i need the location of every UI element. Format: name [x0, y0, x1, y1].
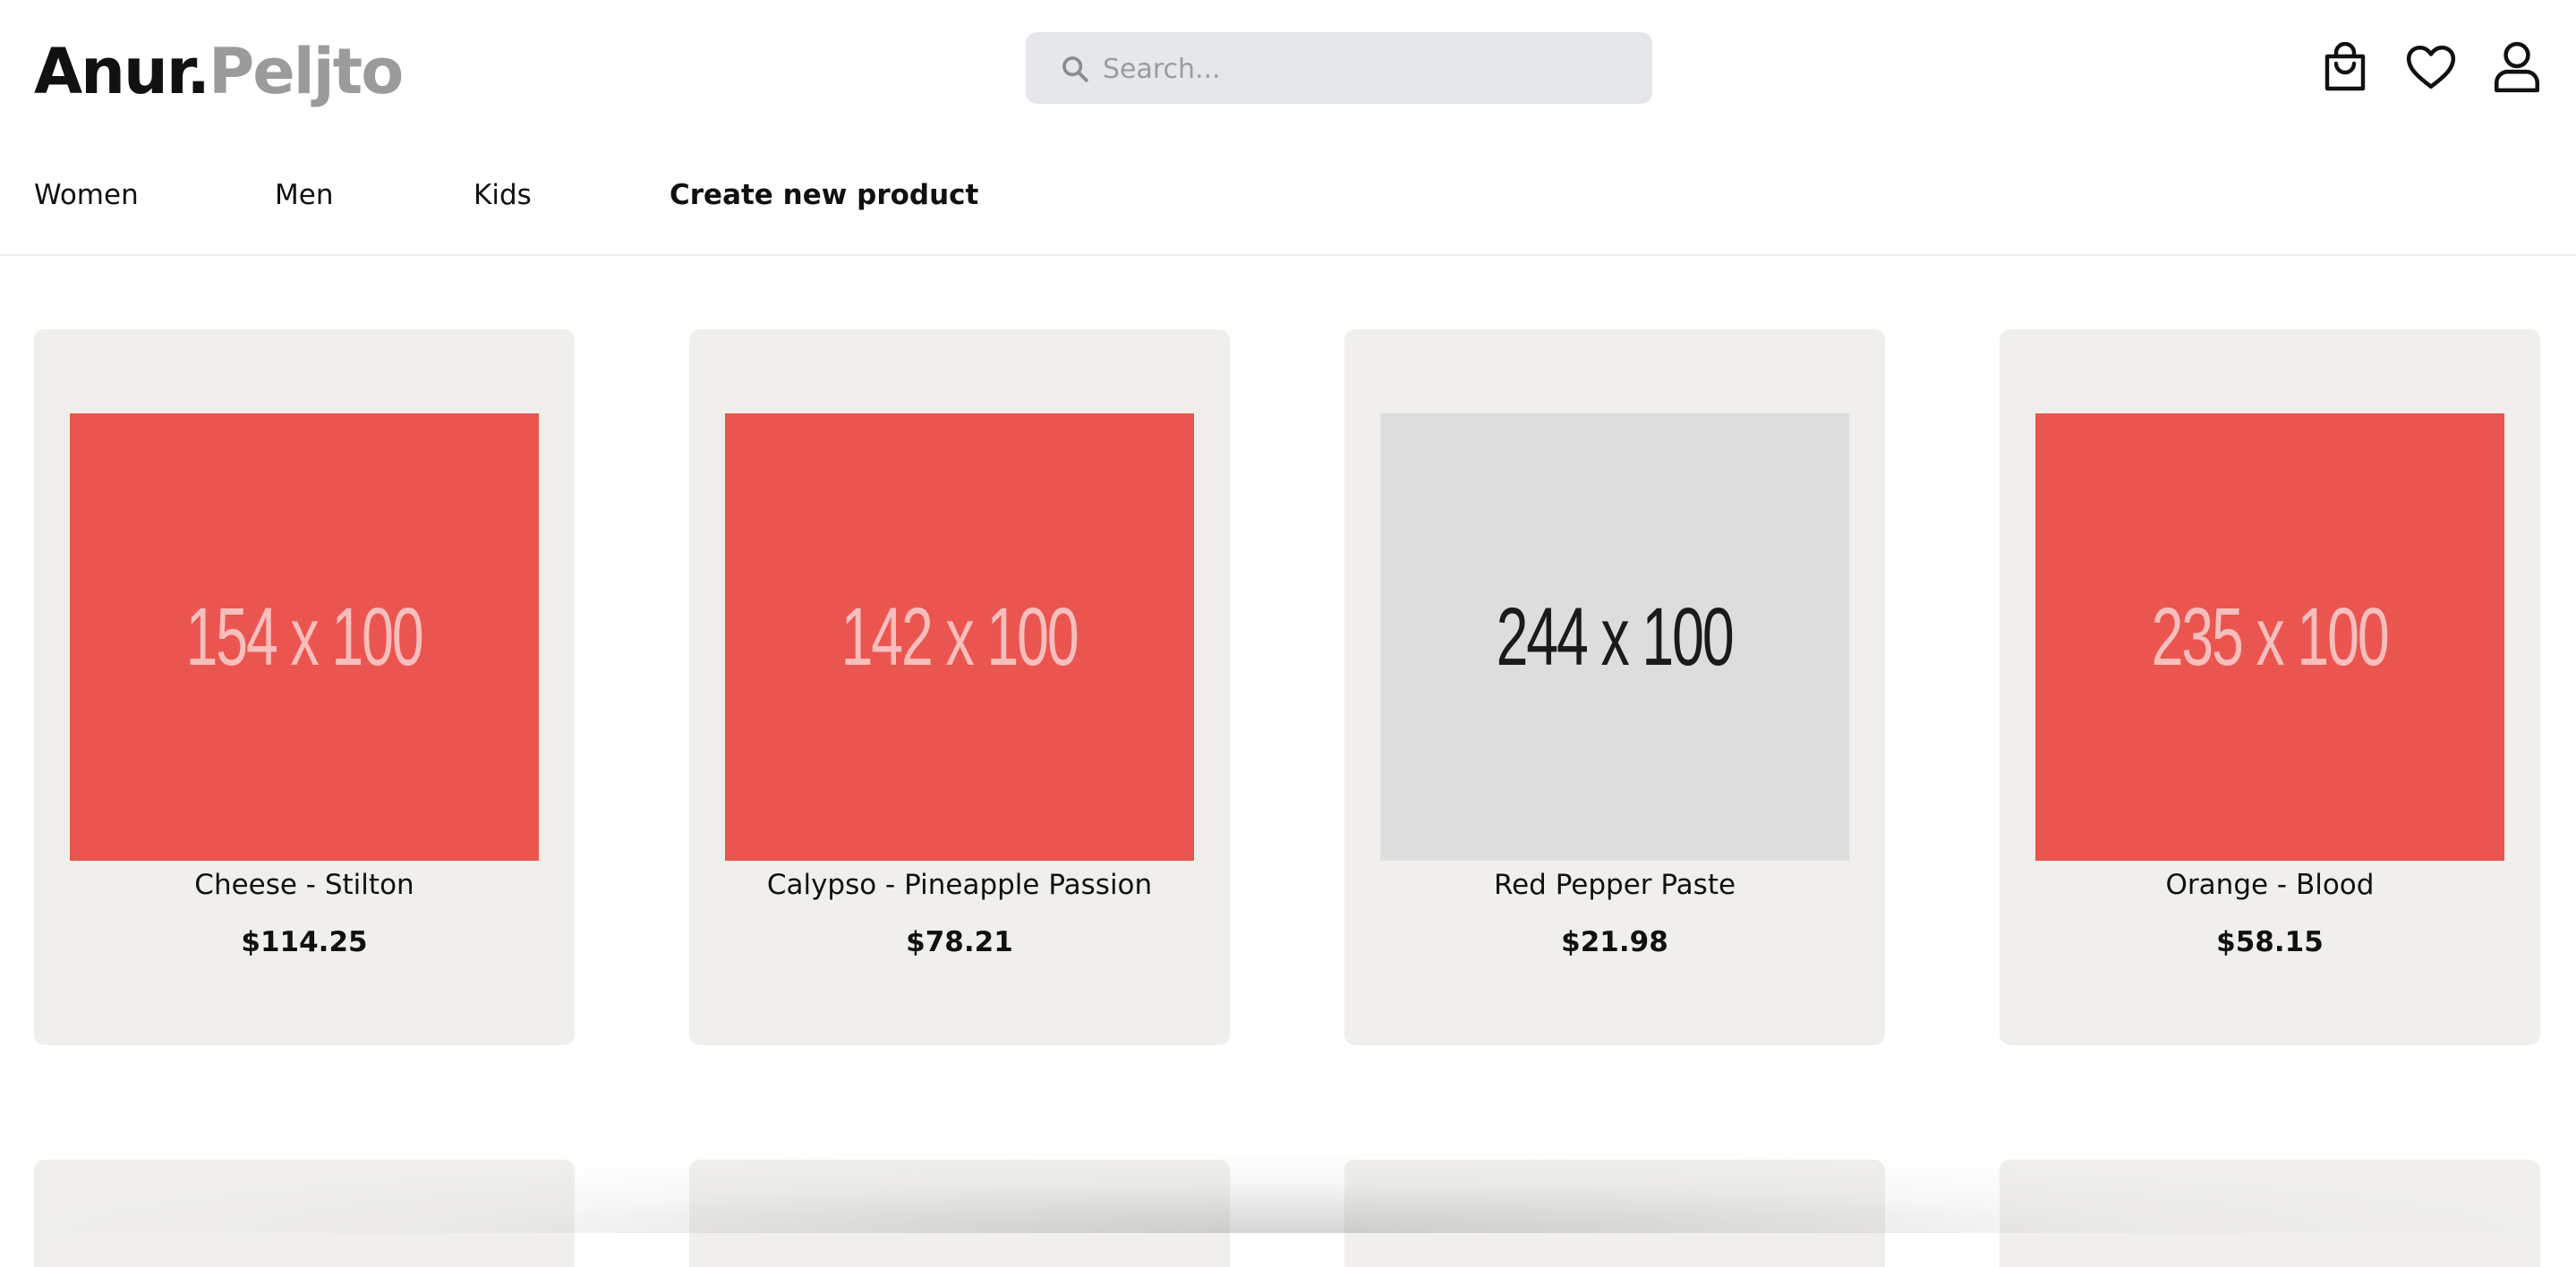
- heart-icon[interactable]: [2404, 38, 2458, 96]
- product-price: $21.98: [1561, 926, 1668, 958]
- image-placeholder-text: 154 x 100: [186, 591, 424, 683]
- product-price: $114.25: [241, 926, 368, 958]
- product-card[interactable]: 244 x 100 Red Pepper Paste $21.98: [1344, 329, 1885, 1045]
- header-actions: [2318, 36, 2544, 98]
- product-card-partial[interactable]: [1344, 1160, 1885, 1267]
- nav-item-women[interactable]: Women: [34, 179, 139, 211]
- product-card-partial[interactable]: [689, 1160, 1230, 1267]
- site-header: Anur.Peljto: [0, 0, 2576, 138]
- product-price: $78.21: [906, 926, 1013, 958]
- product-name: Red Pepper Paste: [1493, 869, 1736, 901]
- image-placeholder-text: 244 x 100: [1497, 591, 1735, 683]
- product-image: 154 x 100: [70, 413, 539, 861]
- product-name: Cheese - Stilton: [194, 869, 414, 901]
- search-icon: [1062, 56, 1088, 82]
- product-price: $58.15: [2216, 926, 2324, 958]
- product-card[interactable]: 154 x 100 Cheese - Stilton $114.25: [34, 329, 575, 1045]
- search-input[interactable]: [1101, 32, 1633, 106]
- category-nav: Women Men Kids Create new product: [0, 161, 2576, 256]
- product-image: 244 x 100: [1380, 413, 1849, 861]
- shopping-bag-icon[interactable]: [2318, 38, 2372, 96]
- product-card-partial[interactable]: [2000, 1160, 2540, 1267]
- product-card[interactable]: 235 x 100 Orange - Blood $58.15: [2000, 329, 2540, 1045]
- search-bar[interactable]: [1026, 32, 1652, 106]
- product-card[interactable]: 142 x 100 Calypso - Pineapple Passion $7…: [689, 329, 1230, 1045]
- nav-item-kids[interactable]: Kids: [473, 179, 532, 211]
- nav-item-men[interactable]: Men: [275, 179, 333, 211]
- user-icon[interactable]: [2490, 38, 2544, 96]
- brand-logo[interactable]: Anur.Peljto: [34, 27, 404, 116]
- product-name: Orange - Blood: [2165, 869, 2375, 901]
- brand-logo-first: Anur.: [34, 35, 210, 108]
- product-name: Calypso - Pineapple Passion: [766, 869, 1153, 901]
- image-placeholder-text: 235 x 100: [2152, 591, 2390, 683]
- create-product-link[interactable]: Create new product: [670, 179, 978, 211]
- brand-logo-second: Peljto: [208, 35, 404, 108]
- product-image: 142 x 100: [725, 413, 1194, 861]
- image-placeholder-text: 142 x 100: [841, 591, 1079, 683]
- product-image: 235 x 100: [2035, 413, 2504, 861]
- product-card-partial[interactable]: [34, 1160, 575, 1267]
